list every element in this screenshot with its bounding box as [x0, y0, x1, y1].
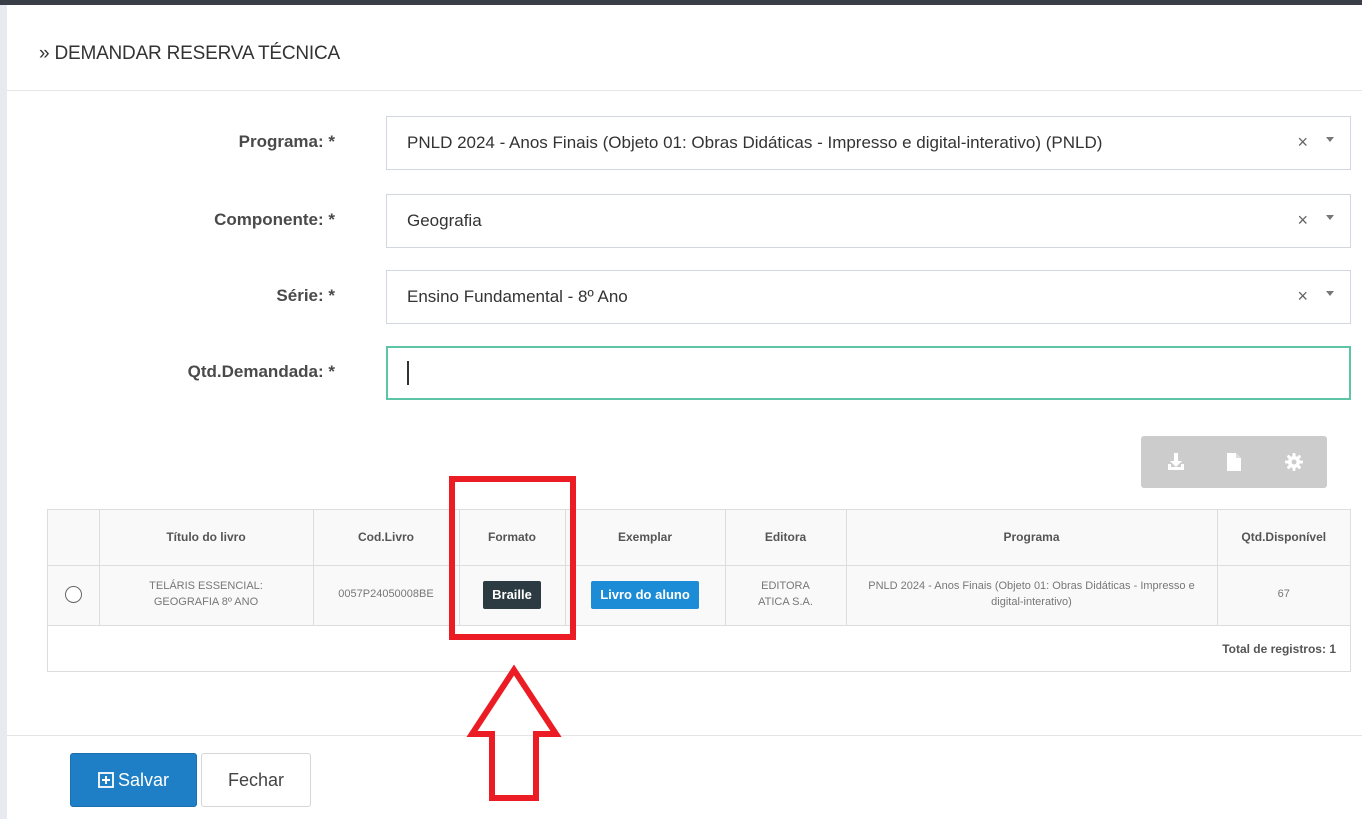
column-header-programa[interactable]: Programa — [846, 510, 1218, 566]
column-header-select — [48, 510, 100, 566]
cell-cod: 0057P24050008BE — [313, 565, 460, 626]
page-title: » DEMANDAR RESERVA TÉCNICA — [39, 43, 340, 64]
cell-editora: EDITORA ATICA S.A. — [725, 565, 847, 626]
serie-value: Ensino Fundamental - 8º Ano — [407, 287, 628, 306]
close-button-label: Fechar — [227, 769, 285, 790]
arrow-up-icon — [466, 664, 562, 801]
form-row-componente: Componente: * Geografia × — [0, 194, 1362, 248]
exemplar-badge: Livro do aluno — [591, 580, 699, 610]
row-radio[interactable] — [64, 586, 82, 604]
clear-icon[interactable]: × — [1297, 132, 1308, 153]
highlight-box-annotation — [449, 476, 576, 640]
cell-programa: PNLD 2024 - Anos Finais (Objeto 01: Obra… — [846, 565, 1218, 626]
save-button[interactable]: Salvar — [70, 753, 197, 807]
cell-titulo: TELÁRIS ESSENCIAL: GEOGRAFIA 8º ANO — [99, 565, 314, 626]
programa-label: Programa: * — [238, 132, 335, 151]
qtd-input[interactable] — [386, 346, 1351, 400]
results-table: Título do livro Cod.Livro Formato Exempl… — [47, 509, 1351, 672]
cell-exemplar: Livro do aluno — [565, 565, 726, 626]
programa-value: PNLD 2024 - Anos Finais (Objeto 01: Obra… — [407, 133, 1103, 152]
cell-qtd: 67 — [1217, 565, 1350, 626]
form-row-qtd: Qtd.Demandada: * — [0, 346, 1362, 400]
programa-select[interactable]: PNLD 2024 - Anos Finais (Objeto 01: Obra… — [386, 116, 1351, 170]
gear-icon — [1285, 453, 1303, 471]
close-button[interactable]: Fechar — [201, 753, 311, 807]
document-button[interactable] — [1203, 436, 1265, 488]
total-records: Total de registros: 1 — [1222, 641, 1336, 656]
column-header-cod[interactable]: Cod.Livro — [313, 510, 460, 566]
download-icon — [1168, 453, 1184, 470]
form-row-programa: Programa: * PNLD 2024 - Anos Finais (Obj… — [0, 116, 1362, 170]
serie-select[interactable]: Ensino Fundamental - 8º Ano × — [386, 270, 1351, 324]
modal-header: » DEMANDAR RESERVA TÉCNICA — [7, 5, 1362, 91]
settings-button[interactable] — [1263, 436, 1325, 488]
table-toolbar — [1141, 436, 1327, 488]
file-icon — [1227, 453, 1241, 471]
table-header-row: Título do livro Cod.Livro Formato Exempl… — [48, 510, 1350, 566]
componente-value: Geografia — [407, 211, 482, 230]
save-button-label: Salvar — [117, 769, 170, 790]
form-row-serie: Série: * Ensino Fundamental - 8º Ano × — [0, 270, 1362, 324]
select-cell — [48, 565, 100, 626]
chevron-down-icon[interactable] — [1326, 291, 1334, 296]
table-footer: Total de registros: 1 — [48, 626, 1350, 672]
text-cursor — [407, 361, 409, 385]
footer-divider — [7, 735, 1362, 736]
clear-icon[interactable]: × — [1297, 286, 1308, 307]
plus-square-icon — [98, 772, 114, 788]
clear-icon[interactable]: × — [1297, 210, 1308, 231]
serie-label: Série: * — [276, 286, 335, 305]
column-header-qtd[interactable]: Qtd.Disponível — [1217, 510, 1350, 566]
componente-label: Componente: * — [214, 210, 335, 229]
table-row[interactable]: TELÁRIS ESSENCIAL: GEOGRAFIA 8º ANO 0057… — [48, 565, 1350, 626]
qtd-label: Qtd.Demandada: * — [187, 362, 335, 381]
componente-select[interactable]: Geografia × — [386, 194, 1351, 248]
export-button[interactable] — [1145, 436, 1207, 488]
chevron-down-icon[interactable] — [1326, 137, 1334, 142]
column-header-editora[interactable]: Editora — [725, 510, 847, 566]
chevron-down-icon[interactable] — [1326, 215, 1334, 220]
column-header-titulo[interactable]: Título do livro — [99, 510, 314, 566]
column-header-exemplar[interactable]: Exemplar — [565, 510, 726, 566]
